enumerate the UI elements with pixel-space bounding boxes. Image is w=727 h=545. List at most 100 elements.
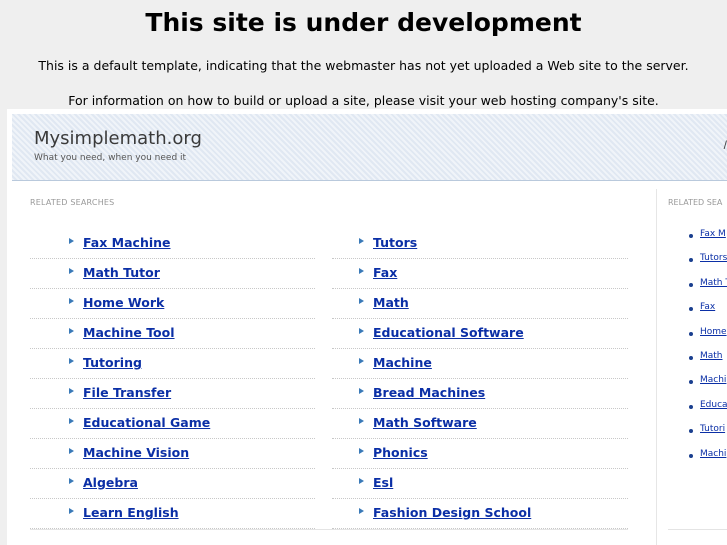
related-search-link[interactable]: Esl <box>373 475 393 490</box>
sidebar-list-item: Tutors <box>668 251 727 275</box>
list-item: Math Tutor <box>30 260 315 289</box>
arrow-bullet-icon <box>69 448 74 454</box>
arrow-bullet-icon <box>359 358 364 364</box>
notice-text: This is a default template, indicating t… <box>38 58 689 73</box>
related-search-link[interactable]: Learn English <box>83 505 179 520</box>
sidebar-search-link[interactable]: Machi <box>700 375 726 385</box>
divider <box>668 529 727 530</box>
list-item: Tutoring <box>30 350 315 379</box>
list-item: Fashion Design School <box>332 500 628 529</box>
arrow-bullet-icon <box>69 358 74 364</box>
sidebar-list-item: Fax M <box>668 227 727 251</box>
sidebar-search-link[interactable]: Math <box>700 351 723 361</box>
arrow-bullet-icon <box>69 298 74 304</box>
related-searches-left-column: Fax Machine Math Tutor Home Work Machine To… <box>30 230 315 530</box>
related-search-link[interactable]: Fashion Design School <box>373 505 531 520</box>
sidebar-search-link[interactable]: Tutors <box>700 253 727 263</box>
related-search-link[interactable]: Math Tutor <box>83 265 160 280</box>
arrow-bullet-icon <box>359 268 364 274</box>
list-item: Machine <box>332 350 628 379</box>
arrow-bullet-icon <box>69 418 74 424</box>
arrow-bullet-icon <box>359 448 364 454</box>
related-searches-label: RELATED SEARCHES <box>30 198 115 207</box>
arrow-bullet-icon <box>359 478 364 484</box>
bullet-dot-icon <box>689 258 693 263</box>
related-search-link[interactable]: Math Software <box>373 415 477 430</box>
sidebar-search-link[interactable]: Fax M <box>700 229 726 239</box>
sidebar-search-link[interactable]: Tutori <box>700 424 725 434</box>
bullet-dot-icon <box>689 429 693 434</box>
list-item: Bread Machines <box>332 380 628 409</box>
related-search-link[interactable]: Tutors <box>373 235 417 250</box>
bullet-dot-icon <box>689 453 693 458</box>
related-search-link[interactable]: Algebra <box>83 475 138 490</box>
column-divider <box>656 189 657 545</box>
sidebar-list-item: Fax <box>668 300 727 324</box>
list-item: Fax <box>332 260 628 289</box>
sidebar-link-list: Fax M Tutors Math T Fax Home Math Machi Educa Tu… <box>668 227 727 471</box>
sidebar-search-link[interactable]: Educa <box>700 400 727 410</box>
related-search-link[interactable]: Tutoring <box>83 355 142 370</box>
sidebar-list-item: Tutori <box>668 422 727 446</box>
arrow-bullet-icon <box>359 418 364 424</box>
related-search-link[interactable]: Bread Machines <box>373 385 485 400</box>
list-item: Math <box>332 290 628 319</box>
notice-info-text: For information on how to build or uploa… <box>68 93 659 108</box>
arrow-bullet-icon <box>69 478 74 484</box>
bullet-dot-icon <box>689 282 693 287</box>
arrow-bullet-icon <box>69 328 74 334</box>
header-edge-mark: / <box>723 138 727 152</box>
arrow-bullet-icon <box>359 238 364 244</box>
sidebar-list-item: Home <box>668 325 727 349</box>
list-item: Algebra <box>30 470 315 499</box>
sidebar-list-item: Educa <box>668 398 727 422</box>
sidebar-search-link[interactable]: Math T <box>700 278 727 288</box>
sidebar-list-item: Machi <box>668 373 727 397</box>
sidebar-related-searches-label: RELATED SEA <box>668 198 723 207</box>
list-item: Educational Game <box>30 410 315 439</box>
related-search-link[interactable]: Fax <box>373 265 397 280</box>
related-search-link[interactable]: Educational Software <box>373 325 524 340</box>
related-search-link[interactable]: Machine Vision <box>83 445 189 460</box>
sidebar-list-item: Math <box>668 349 727 373</box>
list-item: Tutors <box>332 230 628 259</box>
bullet-dot-icon <box>689 331 693 336</box>
arrow-bullet-icon <box>359 388 364 394</box>
page-title: This site is under development <box>145 8 582 37</box>
list-item: Educational Software <box>332 320 628 349</box>
bullet-dot-icon <box>689 380 693 385</box>
sidebar-search-link[interactable]: Machi <box>700 449 726 459</box>
related-search-link[interactable]: Machine <box>373 355 432 370</box>
related-search-link[interactable]: Educational Game <box>83 415 210 430</box>
bullet-dot-icon <box>689 234 693 238</box>
related-search-link[interactable]: Math <box>373 295 409 310</box>
site-tagline: What you need, when you need it <box>34 153 187 163</box>
sidebar-search-link[interactable]: Fax <box>700 302 715 312</box>
sidebar-list-item: Machi <box>668 447 727 471</box>
related-search-link[interactable]: Fax Machine <box>83 235 171 250</box>
related-search-link[interactable]: File Transfer <box>83 385 171 400</box>
related-search-link[interactable]: Home Work <box>83 295 164 310</box>
bullet-dot-icon <box>689 355 693 360</box>
list-item: Learn English <box>30 500 315 529</box>
related-searches-right-column: Tutors Fax Math Educational Software Machine… <box>332 230 628 530</box>
arrow-bullet-icon <box>359 298 364 304</box>
related-searches-main: RELATED SEARCHES Fax Machine Math Tutor Ho… <box>30 195 628 531</box>
list-item: Machine Tool <box>30 320 315 349</box>
list-item: File Transfer <box>30 380 315 409</box>
site-name[interactable]: Mysimplemath.org <box>34 128 202 149</box>
related-search-link[interactable]: Machine Tool <box>83 325 175 340</box>
list-item: Math Software <box>332 410 628 439</box>
bullet-dot-icon <box>689 404 693 409</box>
list-item: Phonics <box>332 440 628 469</box>
sidebar-search-link[interactable]: Home <box>700 327 727 337</box>
divider <box>30 529 628 530</box>
bullet-dot-icon <box>689 307 693 312</box>
arrow-bullet-icon <box>69 388 74 394</box>
list-item: Home Work <box>30 290 315 319</box>
related-search-link[interactable]: Phonics <box>373 445 428 460</box>
arrow-bullet-icon <box>359 508 364 514</box>
arrow-bullet-icon <box>359 328 364 334</box>
list-item: Machine Vision <box>30 440 315 469</box>
sidebar-list-item: Math T <box>668 276 727 300</box>
